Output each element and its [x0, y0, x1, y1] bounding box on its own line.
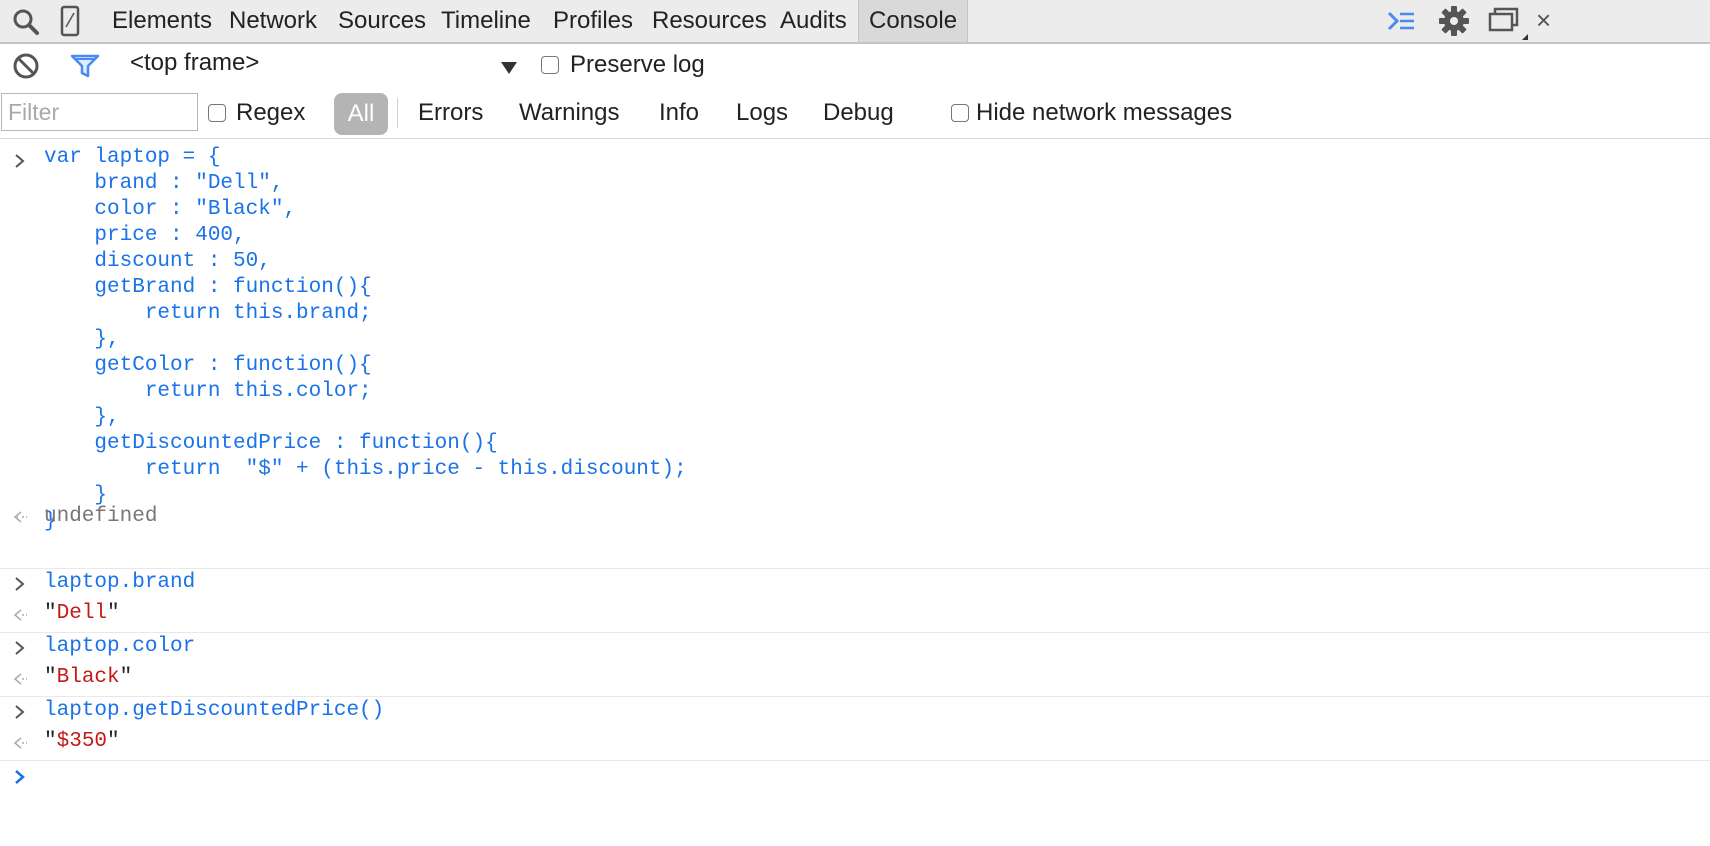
hide-network-label: Hide network messages	[976, 99, 1233, 126]
input-prompt-icon	[15, 705, 25, 719]
level-warnings-button[interactable]: Warnings	[519, 99, 619, 127]
show-drawer-icon[interactable]	[1386, 8, 1416, 34]
preserve-log-checkbox[interactable]	[541, 56, 559, 74]
console-result: "$350"	[44, 730, 120, 753]
filter-input[interactable]	[1, 93, 198, 131]
separator	[397, 98, 398, 128]
tab-elements[interactable]: Elements	[112, 0, 212, 42]
result-arrow-icon	[13, 511, 27, 523]
tab-network[interactable]: Network	[229, 0, 317, 42]
result-arrow-icon	[13, 737, 27, 749]
input-prompt-icon	[15, 154, 25, 168]
tab-console[interactable]: Console	[858, 0, 969, 42]
row-divider	[0, 760, 1710, 761]
hide-network-checkbox[interactable]	[951, 104, 969, 122]
tab-audits[interactable]: Audits	[780, 0, 847, 42]
row-divider	[0, 696, 1710, 697]
level-all-button[interactable]: All	[334, 93, 388, 135]
clear-console-icon[interactable]	[12, 52, 40, 80]
console-command: var laptop = { brand : "Dell", color : "…	[44, 146, 687, 533]
preserve-log-label: Preserve log	[570, 51, 705, 78]
console-command: laptop.color	[44, 635, 196, 658]
console-result: undefined	[44, 505, 158, 528]
devtools-tab-bar: Elements Network Sources Timeline Profil…	[0, 0, 1710, 44]
level-errors-button[interactable]: Errors	[418, 99, 483, 127]
undock-icon[interactable]	[1488, 6, 1532, 40]
console-command: laptop.getDiscountedPrice()	[44, 699, 385, 722]
settings-gear-icon[interactable]	[1438, 5, 1470, 37]
console-result: "Black"	[44, 666, 133, 689]
input-prompt-icon	[15, 641, 25, 655]
tab-timeline[interactable]: Timeline	[441, 0, 531, 42]
level-logs-button[interactable]: Logs	[736, 99, 788, 127]
result-arrow-icon	[13, 609, 27, 621]
filter-icon[interactable]	[70, 53, 100, 79]
level-info-button[interactable]: Info	[659, 99, 699, 127]
filter-bar: Regex All Errors Warnings Info Logs Debu…	[0, 88, 1710, 139]
tab-profiles[interactable]: Profiles	[553, 0, 633, 42]
active-prompt-icon	[15, 770, 25, 784]
console-command: laptop.brand	[44, 571, 196, 594]
search-icon[interactable]	[12, 8, 40, 36]
regex-label: Regex	[236, 99, 306, 126]
frame-dropdown-arrow-icon[interactable]	[500, 61, 518, 75]
tab-resources[interactable]: Resources	[652, 0, 767, 42]
console-result: "Dell"	[44, 602, 120, 625]
result-arrow-icon	[13, 673, 27, 685]
result-string: Black	[56, 666, 120, 689]
row-divider	[0, 568, 1710, 569]
console-toolbar: <top frame> Preserve log	[0, 44, 1710, 88]
level-debug-button[interactable]: Debug	[823, 99, 894, 127]
result-string: $350	[56, 730, 108, 753]
input-prompt-icon	[15, 577, 25, 591]
close-icon[interactable]: ×	[1536, 6, 1551, 34]
row-divider	[0, 632, 1710, 633]
console-prompt-input[interactable]	[44, 763, 1644, 791]
frame-select[interactable]: <top frame>	[130, 49, 259, 77]
tab-sources[interactable]: Sources	[338, 0, 426, 42]
regex-checkbox[interactable]	[208, 104, 226, 122]
result-string: Dell	[56, 602, 108, 625]
device-mode-icon[interactable]	[60, 5, 80, 37]
